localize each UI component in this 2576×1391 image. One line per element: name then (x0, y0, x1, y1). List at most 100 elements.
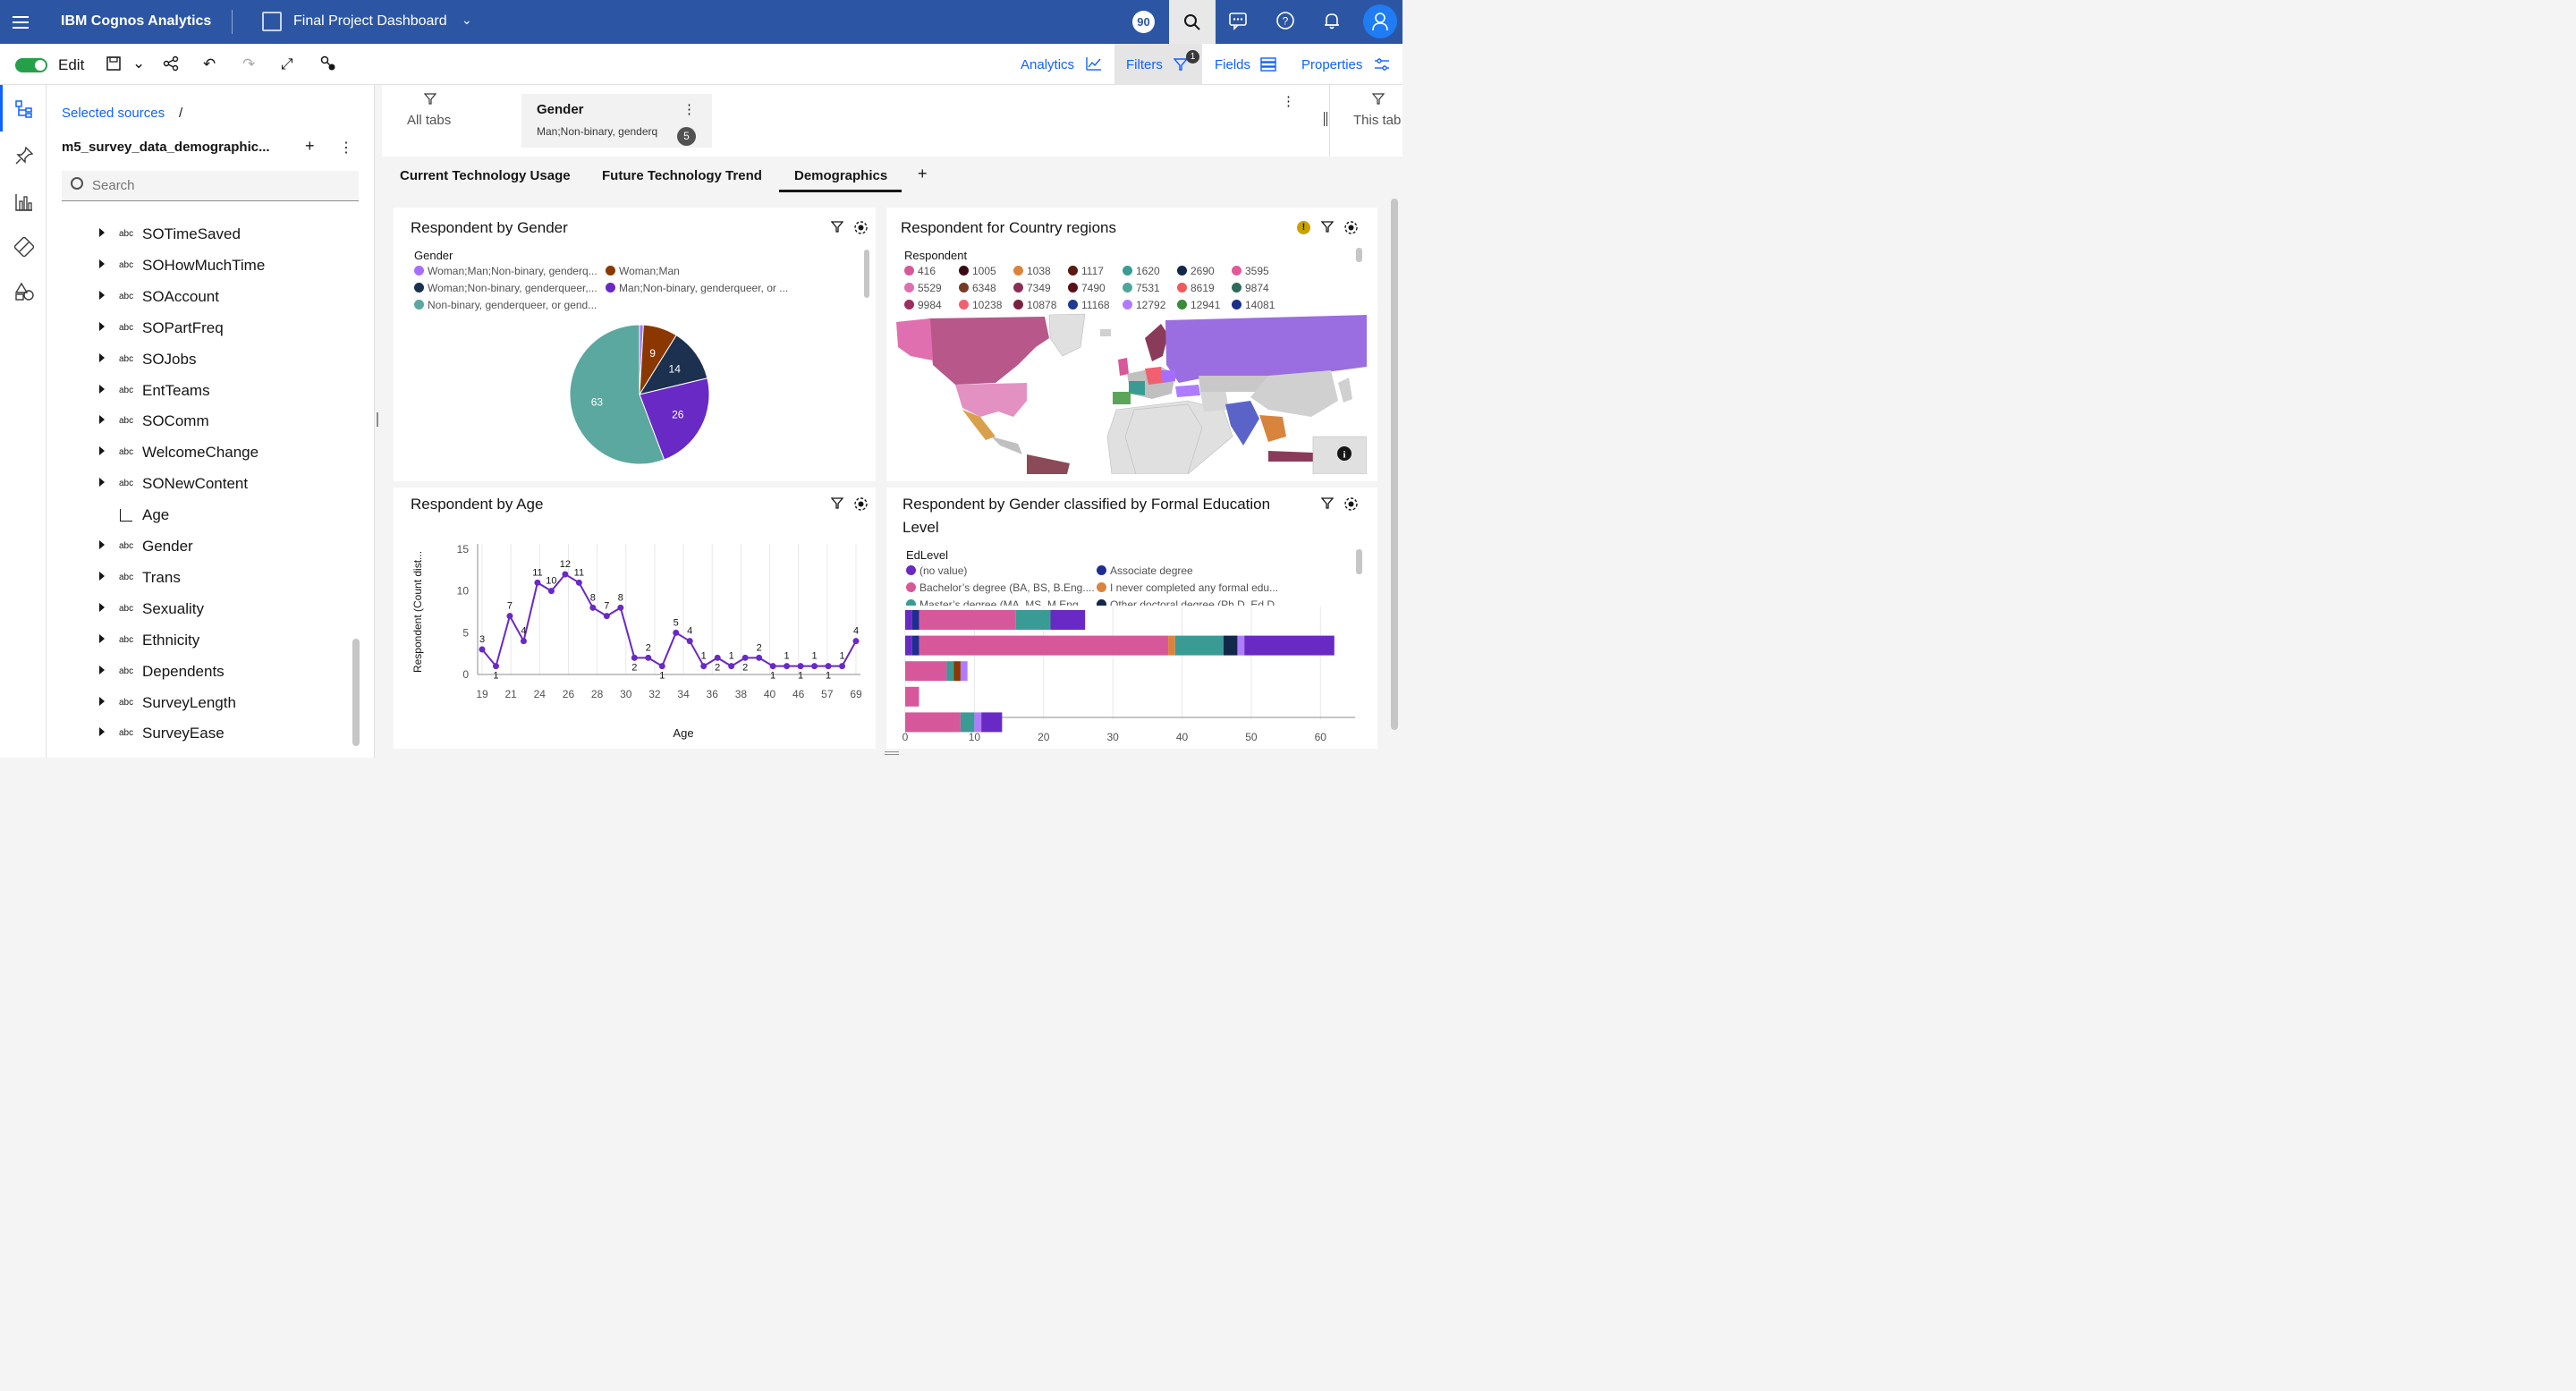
legend-item[interactable]: 6348 (959, 282, 996, 294)
bar-segment[interactable] (1237, 635, 1245, 656)
field-item[interactable]: abc SONewContent (97, 470, 347, 501)
bar-segment[interactable] (946, 661, 954, 682)
data-sources-icon[interactable] (14, 99, 34, 119)
field-item[interactable]: abc SurveyEase (97, 719, 347, 751)
assets-icon[interactable] (13, 236, 35, 258)
bell-icon[interactable] (1321, 11, 1343, 32)
bar-segment[interactable] (905, 635, 912, 656)
field-item[interactable]: Age (97, 501, 347, 532)
panel-resize-handle[interactable] (374, 85, 381, 758)
field-item[interactable]: abc SOHowMuchTime (97, 251, 347, 283)
field-item[interactable]: abc Ethnicity (97, 626, 347, 657)
undo-icon[interactable]: ↶ (203, 55, 216, 73)
tab-future-technology-trend[interactable]: Future Technology Trend (602, 168, 762, 183)
canvas-scrollbar[interactable] (1391, 199, 1398, 730)
focus-icon[interactable] (1343, 496, 1359, 514)
tab-current-technology-usage[interactable]: Current Technology Usage (400, 168, 571, 183)
overflow-menu-icon[interactable]: ⋮ (339, 139, 353, 157)
redo-icon[interactable]: ↷ (242, 55, 255, 73)
legend-item[interactable]: Bachelor’s degree (BA, BS, B.Eng.... (906, 581, 1095, 594)
filters-button[interactable]: Filters (1126, 57, 1163, 72)
notification-badge[interactable]: 90 (1132, 11, 1155, 33)
bar-segment[interactable] (919, 610, 1016, 630)
chat-icon[interactable] (1227, 11, 1249, 32)
bar-segment[interactable] (1050, 610, 1086, 630)
legend-item[interactable]: 5529 (904, 282, 942, 294)
caret-right-icon[interactable] (99, 352, 105, 362)
avatar[interactable] (1363, 4, 1397, 38)
visualizations-icon[interactable] (14, 192, 34, 212)
expand-icon[interactable]: ⤢ (281, 55, 293, 73)
bar-segment[interactable] (905, 661, 947, 682)
caret-right-icon[interactable] (99, 665, 105, 674)
legend-item[interactable]: 10238 (959, 299, 1002, 311)
field-item[interactable]: abc Trans (97, 564, 347, 595)
legend-item[interactable]: 12941 (1177, 299, 1220, 311)
add-tab-button[interactable]: + (918, 165, 928, 183)
field-item[interactable]: abc SOComm (97, 407, 347, 438)
all-tabs-filter-label[interactable]: All tabs (407, 113, 451, 128)
help-icon[interactable]: ? (1275, 11, 1296, 32)
caret-right-icon[interactable] (99, 446, 105, 456)
field-item[interactable]: abc SOTimeSaved (97, 220, 347, 251)
field-item[interactable]: abc WelcomeChange (97, 438, 347, 470)
legend-item[interactable]: 1620 (1123, 265, 1160, 277)
legend-item[interactable]: Associate degree (1097, 564, 1193, 577)
legend-item[interactable]: 10878 (1013, 299, 1056, 311)
field-item[interactable]: abc Dependents (97, 657, 347, 689)
bar-segment[interactable] (1015, 610, 1051, 630)
properties-button[interactable]: Properties (1301, 57, 1362, 72)
filter-icon[interactable] (1320, 221, 1335, 236)
caret-right-icon[interactable] (99, 478, 105, 488)
world-map[interactable]: i (893, 311, 1367, 474)
bar-segment[interactable] (905, 712, 961, 733)
edit-toggle[interactable] (15, 58, 47, 72)
bar-segment[interactable] (953, 661, 961, 682)
legend-item[interactable]: 11168 (1068, 299, 1110, 311)
fields-button[interactable]: Fields (1215, 57, 1250, 72)
legend-item[interactable]: 2690 (1177, 265, 1215, 277)
field-item[interactable]: abc Gender (97, 532, 347, 564)
legend-item[interactable]: (no value) (906, 564, 967, 577)
caret-right-icon[interactable] (99, 571, 105, 581)
add-source-icon[interactable]: + (305, 137, 315, 156)
analytics-button[interactable]: Analytics (1021, 57, 1074, 72)
field-item[interactable]: abc Sexuality (97, 595, 347, 626)
scrollbar[interactable] (1356, 248, 1362, 262)
legend-item[interactable]: Man;Non-binary, genderqueer, or ... (606, 282, 788, 294)
tab-demographics[interactable]: Demographics (794, 168, 887, 183)
resize-handle[interactable] (1324, 112, 1327, 126)
focus-icon[interactable] (1343, 220, 1359, 238)
legend-item[interactable]: 7490 (1068, 282, 1106, 294)
caret-right-icon[interactable] (99, 228, 105, 237)
field-item[interactable]: abc EntTeams (97, 377, 347, 408)
legend-item[interactable]: 7349 (1013, 282, 1051, 294)
shapes-icon[interactable] (14, 282, 34, 301)
legend-item[interactable]: Woman;Man (606, 265, 680, 277)
bar-segment[interactable] (1244, 635, 1335, 656)
scrollbar[interactable] (352, 639, 360, 746)
resize-handle[interactable] (885, 751, 899, 755)
legend-item[interactable]: 9984 (904, 299, 942, 311)
legend-item[interactable]: 416 (904, 265, 936, 277)
scrollbar[interactable] (1356, 549, 1362, 574)
menu-icon[interactable] (13, 13, 29, 30)
scrollbar[interactable] (864, 250, 869, 298)
bar-segment[interactable] (905, 610, 912, 630)
legend-item[interactable]: I never completed any formal edu... (1097, 581, 1278, 594)
filter-icon[interactable] (1320, 497, 1335, 513)
share-icon[interactable] (163, 55, 179, 76)
bar-segment[interactable] (911, 610, 919, 630)
legend-item[interactable]: 3595 (1232, 265, 1269, 277)
bar-segment[interactable] (1168, 635, 1175, 656)
legend-item[interactable]: 14081 (1232, 299, 1275, 311)
caret-right-icon[interactable] (99, 727, 105, 737)
field-item[interactable]: abc SOPartFreq (97, 314, 347, 345)
dashboard-title[interactable]: Final Project Dashboard (293, 13, 447, 30)
bar-segment[interactable] (960, 712, 975, 733)
field-item[interactable]: abc SOAccount (97, 283, 347, 314)
caret-right-icon[interactable] (99, 259, 105, 268)
this-tab-filter-label[interactable]: This tab (1353, 113, 1401, 128)
bar-segment[interactable] (1223, 635, 1238, 656)
caret-right-icon[interactable] (99, 384, 105, 394)
